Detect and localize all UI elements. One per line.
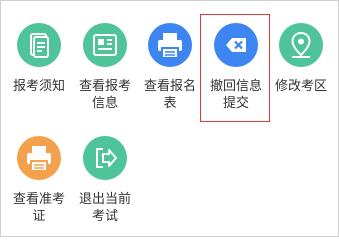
tile-view-admission-ticket-circle bbox=[17, 136, 61, 180]
tile-view-registration-info-label: 查看报考 信息 bbox=[78, 79, 131, 111]
exit-icon bbox=[96, 148, 117, 168]
tile-view-registration-info[interactable]: 查看报考 信息 bbox=[73, 23, 137, 112]
tile-view-registration-form-circle bbox=[148, 23, 192, 67]
location-pin-icon bbox=[291, 31, 311, 58]
printer-icon bbox=[158, 33, 182, 59]
tile-change-exam-area[interactable]: 修改考区 bbox=[269, 23, 333, 95]
tile-exam-notice[interactable]: 报考须知 bbox=[7, 23, 71, 95]
newspaper-icon bbox=[93, 34, 117, 56]
tile-exam-notice-circle bbox=[17, 23, 61, 67]
tile-exit-current-exam-label: 退出当前 考试 bbox=[78, 192, 131, 224]
tile-change-exam-area-label: 修改考区 bbox=[274, 79, 327, 94]
document-icon bbox=[30, 33, 49, 58]
tile-exam-notice-label: 报考须知 bbox=[12, 79, 65, 94]
printer-icon bbox=[27, 146, 51, 172]
tile-exit-current-exam[interactable]: 退出当前 考试 bbox=[73, 136, 137, 225]
tile-view-registration-info-circle bbox=[83, 23, 127, 67]
tile-view-registration-form[interactable]: 查看报名表 bbox=[138, 23, 202, 112]
tile-exit-current-exam-circle bbox=[83, 136, 127, 180]
tile-view-admission-ticket[interactable]: 查看准考证 bbox=[7, 136, 71, 225]
highlight-box bbox=[200, 14, 270, 122]
menu-panel: 报考须知 查看报考 信息 查看报名 表 撤回信息 提交 修改考区 查看准考 证 … bbox=[0, 0, 339, 237]
tile-view-registration-form-label: 查看报名表 bbox=[143, 79, 196, 111]
tile-change-exam-area-circle bbox=[279, 23, 323, 67]
tile-view-admission-ticket-label: 查看准考证 bbox=[12, 192, 65, 224]
